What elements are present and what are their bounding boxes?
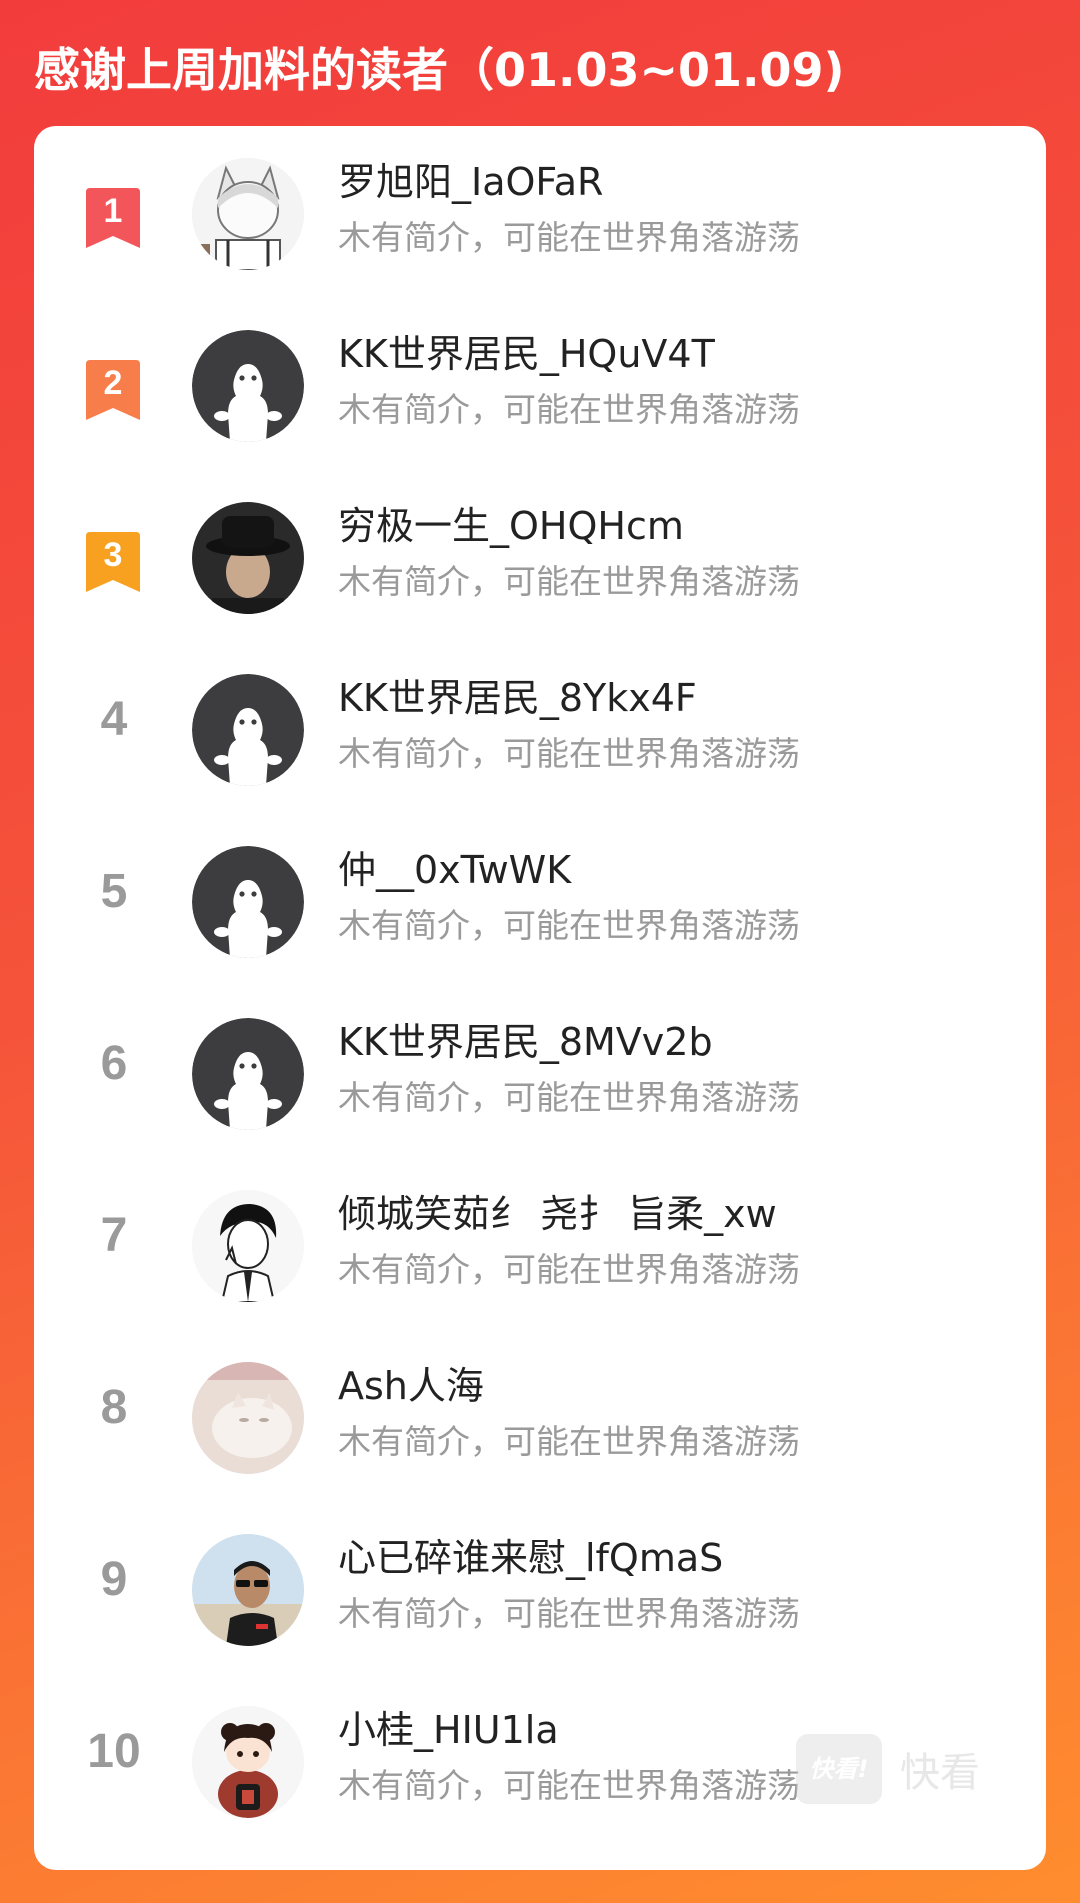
rank-number: 1 <box>103 192 123 230</box>
user-bio: 木有简介，可能在世界角落游荡 <box>338 562 800 601</box>
rank-2-ribbon-icon: 2 <box>82 360 144 422</box>
user-bio: 木有简介，可能在世界角落游荡 <box>338 1594 800 1633</box>
watermark-text: 快看 <box>900 1750 980 1796</box>
user-name[interactable]: KK世界居民_8Ykx4F <box>338 674 697 722</box>
user-name[interactable]: KK世界居民_8MVv2b <box>338 1018 713 1066</box>
sketch-boy-avatar[interactable] <box>192 1190 304 1302</box>
user-name[interactable]: 仲__0xTwWK <box>338 846 571 894</box>
sunglasses-man-avatar[interactable] <box>192 1534 304 1646</box>
rank-1-ribbon-icon: 1 <box>82 188 144 250</box>
user-name[interactable]: 穷极一生_OHQHcm <box>338 502 684 550</box>
user-name[interactable]: KK世界居民_HQuV4T <box>338 330 715 378</box>
user-bio: 木有简介，可能在世界角落游荡 <box>338 1422 800 1461</box>
user-bio: 木有简介，可能在世界角落游荡 <box>338 218 800 257</box>
reader-row-3[interactable]: 3 穷极一生_OHQHcm 木有简介，可能在世界角落游荡 <box>34 470 1046 642</box>
reader-ranking-card: 1 罗旭阳_IaOFaR 木有简介，可能在世界角落游荡 2 KK世界居民_HQu… <box>34 126 1046 1870</box>
rank-number: 8 <box>100 1381 128 1434</box>
reader-row-4[interactable]: 4 KK世界居民_8Ykx4F 木有简介，可能在世界角落游荡 <box>34 642 1046 814</box>
page-title: 感谢上周加料的读者（01.03~01.09) <box>34 43 845 97</box>
default-ghost-avatar[interactable] <box>192 330 304 442</box>
reader-row-9[interactable]: 9 心已碎谁来慰_lfQmaS 木有简介，可能在世界角落游荡 <box>34 1502 1046 1674</box>
rank-number: 2 <box>103 364 123 402</box>
rank-number: 4 <box>100 693 128 746</box>
hat-man-avatar[interactable] <box>192 502 304 614</box>
anime-boy-avatar[interactable] <box>192 158 304 270</box>
user-name[interactable]: 罗旭阳_IaOFaR <box>338 158 603 206</box>
default-ghost-avatar[interactable] <box>192 674 304 786</box>
user-bio: 木有简介，可能在世界角落游荡 <box>338 390 800 429</box>
user-bio: 木有简介，可能在世界角落游荡 <box>338 906 800 945</box>
user-bio: 木有简介，可能在世界角落游荡 <box>338 1250 800 1289</box>
rank-number: 6 <box>100 1037 128 1090</box>
default-ghost-avatar[interactable] <box>192 1018 304 1130</box>
reader-row-8[interactable]: 8 Ash人海 木有简介，可能在世界角落游荡 <box>34 1330 1046 1502</box>
user-name[interactable]: 心已碎谁来慰_lfQmaS <box>338 1534 723 1582</box>
rank-number: 5 <box>100 865 128 918</box>
rank-number: 9 <box>100 1553 128 1606</box>
default-ghost-avatar[interactable] <box>192 846 304 958</box>
user-name[interactable]: 倾城笑茹纟 尧扌 旨柔_xw <box>338 1190 777 1238</box>
reader-row-1[interactable]: 1 罗旭阳_IaOFaR 木有简介，可能在世界角落游荡 <box>34 126 1046 298</box>
user-name[interactable]: Ash人海 <box>338 1362 484 1410</box>
rank-3-ribbon-icon: 3 <box>82 532 144 594</box>
user-bio: 木有简介，可能在世界角落游荡 <box>338 734 800 773</box>
reader-row-6[interactable]: 6 KK世界居民_8MVv2b 木有简介，可能在世界角落游荡 <box>34 986 1046 1158</box>
rank-number: 3 <box>103 536 123 574</box>
user-name[interactable]: 小桂_HIU1la <box>338 1706 559 1754</box>
user-bio: 木有简介，可能在世界角落游荡 <box>338 1078 800 1117</box>
cartoon-girl-avatar[interactable] <box>192 1706 304 1818</box>
rank-number: 10 <box>87 1725 141 1778</box>
reader-row-5[interactable]: 5 仲__0xTwWK 木有简介，可能在世界角落游荡 <box>34 814 1046 986</box>
kuaikan-logo-icon: 快看! <box>796 1734 882 1804</box>
reader-row-7[interactable]: 7 倾城笑茹纟 尧扌 旨柔_xw 木有简介，可能在世界角落游荡 <box>34 1158 1046 1330</box>
kuaikan-watermark: 快看! 快看 <box>796 1734 980 1804</box>
user-bio: 木有简介，可能在世界角落游荡 <box>338 1766 800 1805</box>
cat-avatar[interactable] <box>192 1362 304 1474</box>
reader-row-2[interactable]: 2 KK世界居民_HQuV4T 木有简介，可能在世界角落游荡 <box>34 298 1046 470</box>
rank-number: 7 <box>100 1209 128 1262</box>
